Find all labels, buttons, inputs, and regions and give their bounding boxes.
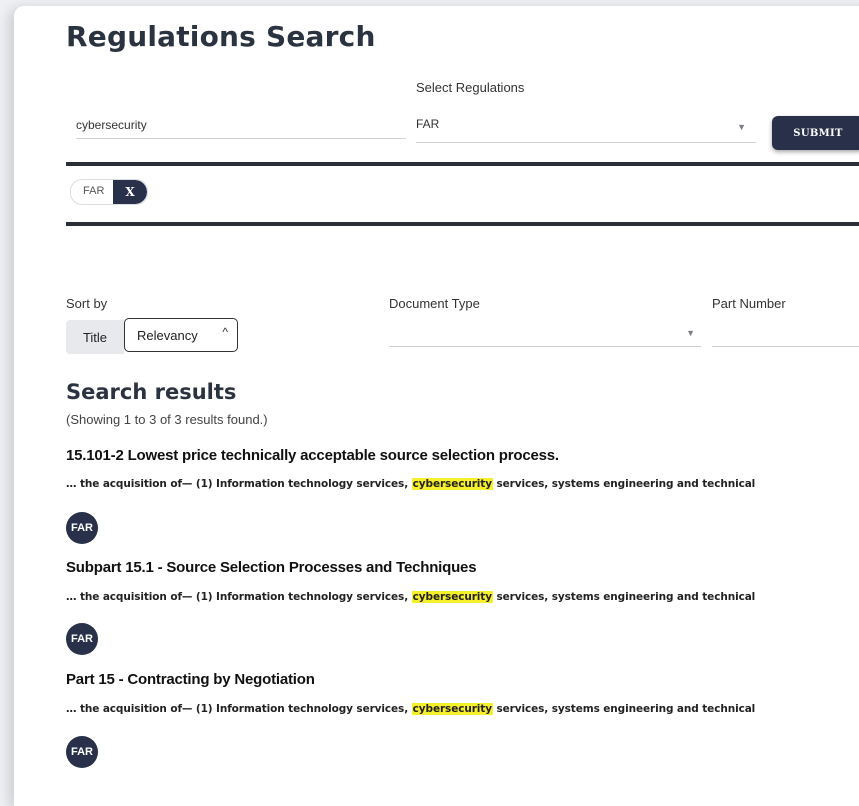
snippet-text: … the acquisition of— (1) Information te…: [66, 478, 412, 490]
submit-button[interactable]: SUBMIT: [772, 116, 859, 150]
snippet-text: services, systems engineering and techni…: [492, 703, 756, 715]
chevron-down-icon: ▼: [686, 328, 695, 338]
snippet-text: services, systems engineering and techni…: [492, 591, 756, 603]
results-heading: Search results: [66, 380, 237, 404]
regulation-badge[interactable]: FAR: [66, 623, 98, 655]
main-panel: Regulations Search Select Regulations FA…: [14, 6, 859, 806]
snippet-text: … the acquisition of— (1) Information te…: [66, 591, 412, 603]
result-title[interactable]: 15.101-2 Lowest price technically accept…: [66, 447, 559, 464]
snippet-text: services, systems engineering and techni…: [492, 478, 756, 490]
regulation-badge[interactable]: FAR: [66, 736, 98, 768]
result-snippet: … the acquisition of— (1) Information te…: [66, 478, 755, 490]
sort-select[interactable]: Relevancy ^: [124, 318, 238, 352]
regulations-select-value: FAR: [416, 117, 440, 131]
snippet-text: … the acquisition of— (1) Information te…: [66, 703, 412, 715]
filter-chip: FAR X: [70, 179, 148, 205]
document-type-underline: [389, 346, 701, 347]
sort-select-value: Relevancy: [137, 328, 198, 343]
page-title: Regulations Search: [66, 20, 376, 53]
part-number-input[interactable]: [712, 322, 859, 347]
search-input[interactable]: [76, 118, 406, 139]
search-highlight: cybersecurity: [411, 703, 493, 715]
search-highlight: cybersecurity: [411, 478, 493, 490]
document-type-label: Document Type: [389, 296, 480, 311]
select-regulations-label: Select Regulations: [416, 80, 525, 95]
document-type-select[interactable]: ▼: [389, 316, 701, 346]
result-snippet: … the acquisition of— (1) Information te…: [66, 703, 755, 715]
result-snippet: … the acquisition of— (1) Information te…: [66, 591, 755, 603]
regulations-select[interactable]: FAR ▼: [416, 112, 756, 143]
divider: [66, 162, 859, 166]
search-highlight: cybersecurity: [411, 591, 493, 603]
results-summary: (Showing 1 to 3 of 3 results found.): [66, 412, 268, 427]
result-title[interactable]: Part 15 - Contracting by Negotiation: [66, 671, 315, 688]
filter-chip-label: FAR: [83, 185, 105, 197]
chevron-down-icon: ▼: [737, 122, 746, 132]
regulation-badge[interactable]: FAR: [66, 512, 98, 544]
result-title[interactable]: Subpart 15.1 - Source Selection Processe…: [66, 559, 477, 576]
part-number-label: Part Number: [712, 296, 786, 311]
sort-by-label: Sort by: [66, 296, 108, 311]
divider: [66, 222, 859, 226]
remove-filter-button[interactable]: X: [113, 180, 147, 204]
sort-title-option[interactable]: Title: [66, 320, 124, 354]
chevron-up-icon: ^: [222, 325, 228, 339]
